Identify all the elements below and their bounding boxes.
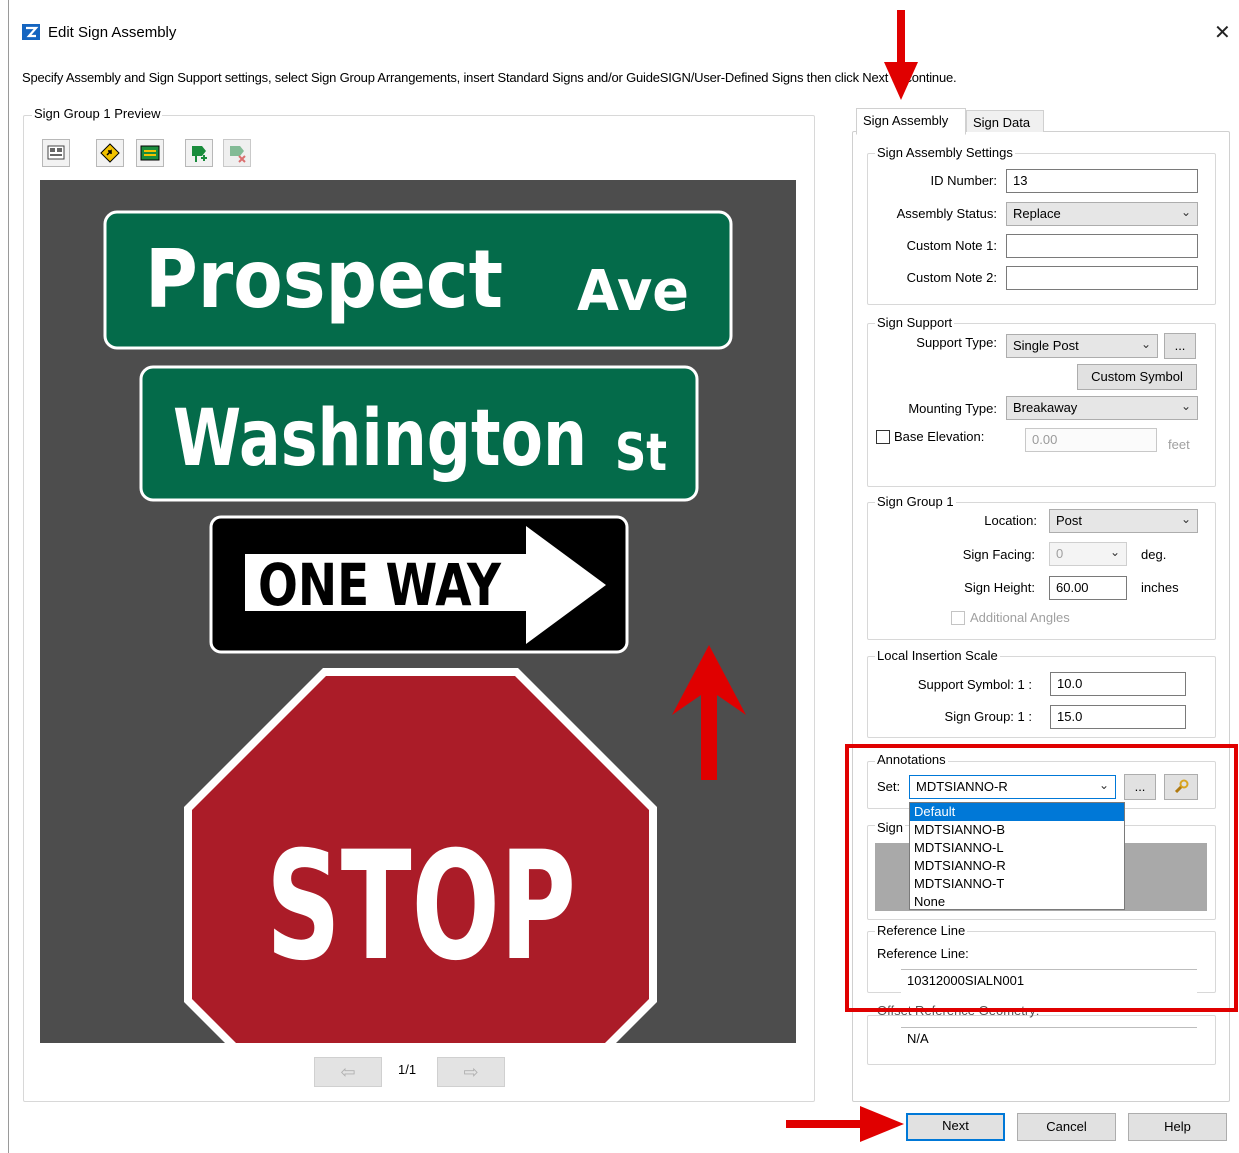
street-sign-washington: Washington St — [139, 365, 699, 502]
assembly-status-select[interactable]: Replace ⌄ — [1006, 202, 1198, 226]
one-way-sign: ONE WAY — [209, 515, 629, 654]
window-left-edge — [8, 0, 9, 1153]
previous-page-button[interactable]: ⇦ — [314, 1057, 382, 1087]
sign-group-scale-label: Sign Group: 1 : — [944, 709, 1032, 724]
page-indicator: 1/1 — [398, 1062, 417, 1077]
sign-facing-label: Sign Facing: — [962, 547, 1035, 562]
down-arrow-icon — [884, 10, 918, 100]
insertion-scale-legend: Local Insertion Scale — [875, 648, 1000, 663]
app-logo-icon — [22, 24, 40, 40]
up-arrow-icon — [672, 645, 746, 780]
id-number-label: ID Number: — [930, 173, 997, 188]
help-button[interactable]: Help — [1128, 1113, 1227, 1141]
support-type-value: Single Post — [1013, 338, 1079, 353]
custom-note-2-field[interactable] — [1006, 266, 1198, 290]
street-name-prospect: Prospect — [145, 233, 503, 326]
street-sign-prospect: Prospect Ave — [103, 210, 733, 350]
support-symbol-scale-label: Support Symbol: 1 : — [917, 677, 1032, 692]
chevron-down-icon: ⌄ — [1180, 205, 1191, 219]
additional-angles-checkbox[interactable] — [951, 611, 965, 625]
assembly-status-value: Replace — [1013, 206, 1061, 221]
window-title: Edit Sign Assembly — [48, 24, 177, 41]
assembly-settings-legend: Sign Assembly Settings — [875, 145, 1015, 160]
additional-angles-label: Additional Angles — [970, 610, 1070, 625]
street-suffix-ave: Ave — [577, 259, 689, 324]
mounting-type-label: Mounting Type: — [908, 401, 997, 416]
sign-properties-icon[interactable] — [42, 139, 70, 167]
custom-note-1-field[interactable] — [1006, 234, 1198, 258]
next-page-button[interactable]: ⇨ — [437, 1057, 505, 1087]
cancel-button[interactable]: Cancel — [1017, 1113, 1116, 1141]
support-symbol-scale-field[interactable]: 10.0 — [1050, 672, 1186, 696]
custom-symbol-button[interactable]: Custom Symbol — [1077, 364, 1197, 390]
add-sign-icon[interactable] — [185, 139, 213, 167]
mounting-type-value: Breakaway — [1013, 400, 1078, 415]
support-type-select[interactable]: Single Post ⌄ — [1006, 334, 1158, 358]
sign-facing-value: 0 — [1056, 546, 1064, 561]
sign-support-legend: Sign Support — [875, 315, 955, 330]
chevron-down-icon: ⌄ — [1180, 512, 1191, 526]
mounting-type-select[interactable]: Breakaway ⌄ — [1006, 396, 1198, 420]
location-select[interactable]: Post ⌄ — [1049, 509, 1198, 533]
street-name-washington: Washington — [173, 394, 587, 484]
chevron-down-icon: ⌄ — [1180, 399, 1191, 413]
sign-facing-unit: deg. — [1141, 547, 1167, 562]
right-arrow-icon — [786, 1106, 904, 1142]
sign-height-field[interactable]: 60.00 — [1049, 576, 1127, 600]
assembly-status-label: Assembly Status: — [896, 206, 997, 221]
base-elevation-checkbox[interactable] — [876, 430, 890, 444]
warning-sign-icon[interactable] — [96, 139, 124, 167]
support-type-browse-button[interactable]: ... — [1164, 333, 1196, 359]
sign-facing-select[interactable]: 0 ⌄ — [1049, 542, 1127, 566]
custom-note-2-label: Custom Note 2: — [906, 270, 997, 285]
remove-sign-icon[interactable] — [223, 139, 251, 167]
annotation-highlight-box — [845, 744, 1238, 1012]
chevron-down-icon: ⌄ — [1109, 545, 1120, 559]
tab-sign-data[interactable]: Sign Data — [966, 110, 1044, 132]
base-elevation-label: Base Elevation: — [894, 429, 985, 444]
tab-sign-assembly[interactable]: Sign Assembly — [856, 108, 966, 135]
id-number-field[interactable]: 13 — [1006, 169, 1198, 193]
sign-group-scale-field[interactable]: 15.0 — [1050, 705, 1186, 729]
preview-group-label: Sign Group 1 Preview — [32, 106, 163, 121]
street-suffix-st: St — [615, 423, 667, 483]
stop-text: STOP — [266, 820, 576, 994]
stop-sign: STOP — [184, 668, 657, 1043]
sign-preview-canvas: Prospect Ave Washington St ONE WAY STOP — [40, 180, 796, 1043]
next-button[interactable]: Next — [906, 1113, 1005, 1141]
base-elevation-unit: feet — [1168, 437, 1190, 452]
instructions-text: Specify Assembly and Sign Support settin… — [22, 70, 957, 85]
close-icon[interactable]: ✕ — [1214, 20, 1231, 45]
base-elevation-field[interactable]: 0.00 — [1025, 428, 1157, 452]
sign-height-unit: inches — [1141, 580, 1179, 595]
location-label: Location: — [984, 513, 1037, 528]
offset-reference-field[interactable]: N/A — [901, 1027, 1197, 1051]
location-value: Post — [1056, 513, 1083, 528]
chevron-down-icon: ⌄ — [1140, 337, 1151, 351]
support-type-label: Support Type: — [916, 335, 997, 350]
one-way-text: ONE WAY — [258, 551, 502, 619]
custom-note-1-label: Custom Note 1: — [906, 238, 997, 253]
sign-height-label: Sign Height: — [964, 580, 1035, 595]
sign-group-legend: Sign Group 1 — [875, 494, 956, 509]
guide-sign-icon[interactable] — [136, 139, 164, 167]
